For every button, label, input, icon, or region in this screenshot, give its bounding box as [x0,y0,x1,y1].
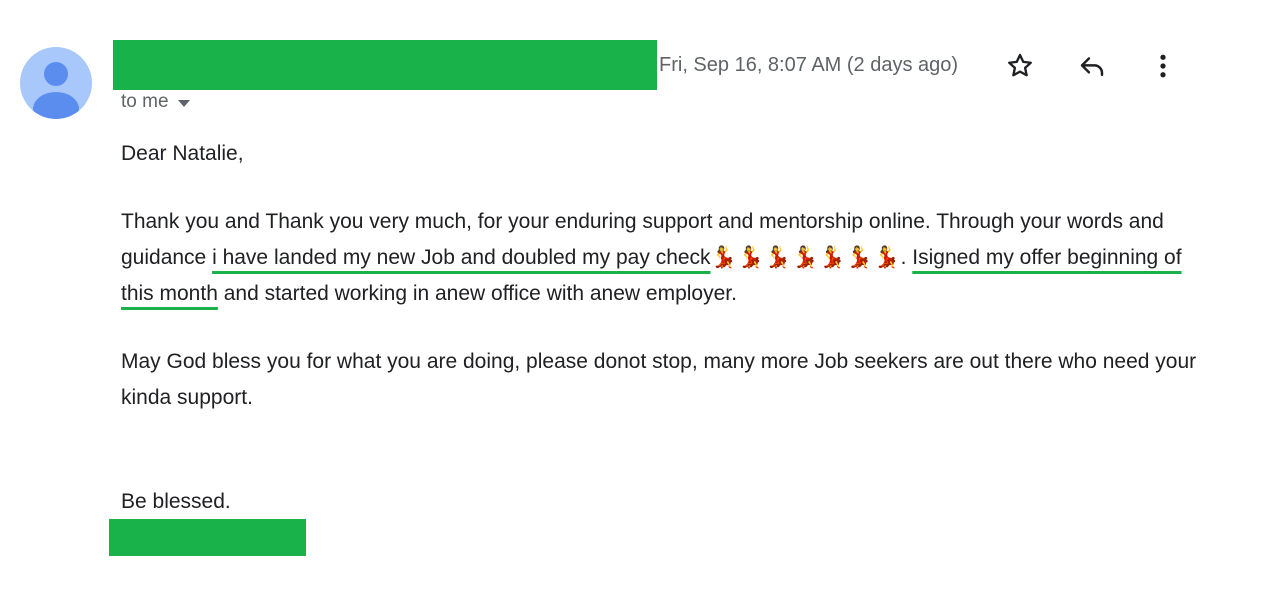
redacted-signature [109,519,306,556]
sender-avatar[interactable] [20,47,92,119]
highlighted-new-job-text: i have landed my new Job and doubled my … [212,246,711,269]
more-options-button[interactable] [1145,48,1181,84]
star-button[interactable] [1002,48,1038,84]
recipient-label: to me [121,91,169,112]
message-paragraph-2: May God bless you for what you are doing… [121,350,1197,409]
message-greeting: Dear Natalie, [121,142,244,165]
message-paragraph-1: Thank you and Thank you very much, for y… [121,204,1201,312]
redacted-sender-name [113,40,657,90]
caret-down-icon [177,100,190,107]
message-timestamp: Fri, Sep 16, 8:07 AM (2 days ago) [659,54,959,76]
message-closing: Be blessed. [121,490,231,513]
person-avatar-icon [33,62,79,119]
recipient-details-toggle[interactable]: to me [121,91,191,113]
star-outline-icon [1008,53,1032,77]
reply-arrow-icon [1080,57,1104,76]
more-vertical-icon [1160,54,1166,78]
paragraph-1-separator: . [900,246,913,269]
dancing-emojis: 💃💃💃💃💃💃💃 [710,246,901,269]
reply-button[interactable] [1074,48,1110,84]
paragraph-1-text-end: and started working in anew office with … [217,282,737,305]
